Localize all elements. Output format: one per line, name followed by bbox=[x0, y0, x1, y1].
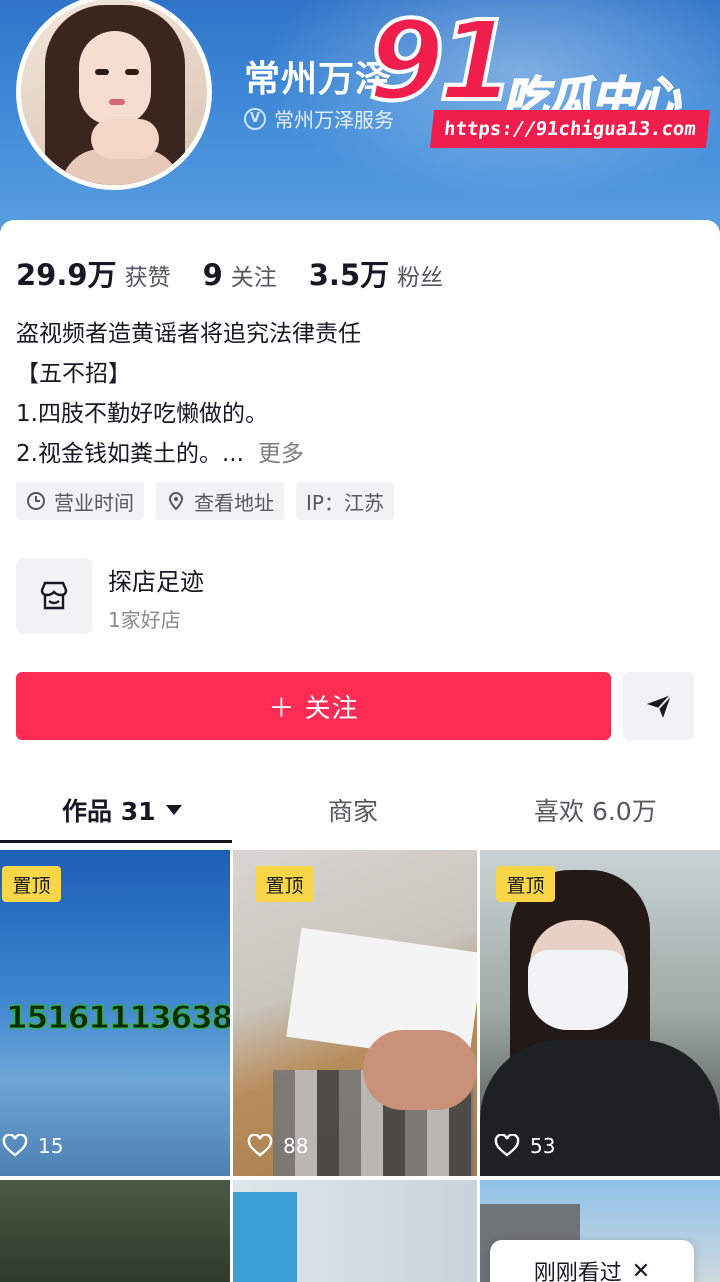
heart-icon bbox=[494, 1134, 520, 1157]
heart-icon bbox=[2, 1134, 28, 1157]
store-icon-box[interactable] bbox=[16, 558, 92, 634]
store-title[interactable]: 探店足迹 bbox=[108, 562, 204, 597]
avatar[interactable] bbox=[16, 0, 212, 190]
tab-shop[interactable]: 商家 bbox=[328, 782, 378, 838]
tab-liked[interactable]: 喜欢 6.0万 bbox=[534, 782, 657, 838]
video-grid: 置顶 15161113638 15 置顶 88 置顶 53 bbox=[0, 850, 720, 1282]
stat-value: 29.9万 bbox=[16, 258, 117, 292]
video-tile[interactable] bbox=[233, 1180, 477, 1282]
stats-row: 29.9万 获赞 9 关注 3.5万 粉丝 bbox=[16, 252, 475, 294]
watermark-number: 91 bbox=[366, 0, 517, 125]
active-tab-indicator bbox=[0, 840, 232, 843]
tab-label: 作品 31 bbox=[62, 797, 156, 826]
chip-business-hours[interactable]: 营业时间 bbox=[16, 482, 144, 520]
bio-line-last: 2.视金钱如粪土的。... 更多 bbox=[16, 434, 361, 474]
store-subtitle: 1家好店 bbox=[108, 608, 181, 632]
video-tile[interactable]: 置顶 88 bbox=[233, 850, 477, 1176]
info-chips: 营业时间 查看地址 IP：江苏 bbox=[16, 482, 394, 520]
share-button[interactable] bbox=[623, 672, 694, 740]
chip-label: 查看地址 bbox=[194, 490, 274, 515]
stat-label: 获赞 bbox=[124, 265, 171, 291]
chip-address[interactable]: 查看地址 bbox=[156, 482, 284, 520]
clock-icon bbox=[27, 492, 45, 510]
video-likes: 15 bbox=[2, 1134, 63, 1158]
stat-following[interactable]: 9 关注 bbox=[203, 258, 277, 292]
tab-label: 喜欢 6.0万 bbox=[534, 797, 657, 826]
location-pin-icon bbox=[168, 492, 184, 511]
like-count: 88 bbox=[283, 1134, 309, 1158]
close-icon[interactable]: ✕ bbox=[632, 1259, 650, 1282]
video-overlay-text: 15161113638 bbox=[5, 1000, 230, 1037]
bio-line: 2.视金钱如粪土的。... bbox=[16, 441, 244, 467]
video-tile[interactable]: 置顶 53 bbox=[480, 850, 720, 1176]
banner-shape bbox=[233, 1192, 297, 1282]
bio: 盗视频者造黄谣者将追究法律责任 【五不招】 1.四肢不勤好吃懒做的。 2.视金钱… bbox=[16, 314, 361, 474]
heart-icon bbox=[247, 1134, 273, 1157]
video-likes: 53 bbox=[494, 1134, 555, 1158]
chip-label: 营业时间 bbox=[54, 490, 134, 515]
chip-label: IP：江苏 bbox=[306, 490, 384, 515]
watermark-url: https://91chigua13.com bbox=[430, 110, 710, 148]
video-tile[interactable]: 置顶 15161113638 15 bbox=[0, 850, 230, 1176]
store-icon bbox=[40, 581, 68, 610]
video-tile[interactable] bbox=[0, 1180, 230, 1282]
pinned-badge: 置顶 bbox=[255, 866, 314, 902]
like-count: 53 bbox=[530, 1134, 556, 1158]
stat-value: 9 bbox=[202, 258, 223, 292]
dropdown-triangle-icon bbox=[165, 805, 182, 815]
like-count: 15 bbox=[38, 1134, 64, 1158]
video-likes: 88 bbox=[247, 1134, 308, 1158]
stat-likes[interactable]: 29.9万 获赞 bbox=[16, 252, 171, 294]
recently-viewed-toast[interactable]: 刚刚看过 ✕ bbox=[490, 1240, 694, 1282]
bio-line: 1.四肢不勤好吃懒做的。 bbox=[16, 401, 268, 427]
bio-line: 【五不招】 bbox=[16, 361, 131, 387]
toast-label: 刚刚看过 bbox=[533, 1261, 622, 1282]
stat-followers[interactable]: 3.5万 粉丝 bbox=[309, 252, 443, 294]
chip-ip: IP：江苏 bbox=[296, 482, 394, 520]
stat-value: 3.5万 bbox=[308, 258, 390, 292]
send-icon bbox=[646, 694, 672, 718]
bio-more-link[interactable]: 更多 bbox=[258, 441, 304, 467]
stat-label: 关注 bbox=[230, 265, 277, 291]
content-tabs: 作品 31 商家 喜欢 6.0万 bbox=[0, 782, 720, 846]
hand-shape bbox=[363, 1030, 477, 1110]
pinned-badge: 置顶 bbox=[496, 866, 555, 902]
stat-label: 粉丝 bbox=[397, 265, 444, 291]
follow-button[interactable]: ＋ 关注 bbox=[16, 672, 611, 740]
pinned-badge: 置顶 bbox=[2, 866, 61, 902]
tab-label: 商家 bbox=[328, 797, 379, 826]
tab-works[interactable]: 作品 31 bbox=[62, 782, 182, 838]
face-mask-shape bbox=[528, 950, 628, 1030]
bio-line: 盗视频者造黄谣者将追究法律责任 bbox=[16, 321, 361, 347]
verified-icon: V bbox=[244, 107, 266, 130]
